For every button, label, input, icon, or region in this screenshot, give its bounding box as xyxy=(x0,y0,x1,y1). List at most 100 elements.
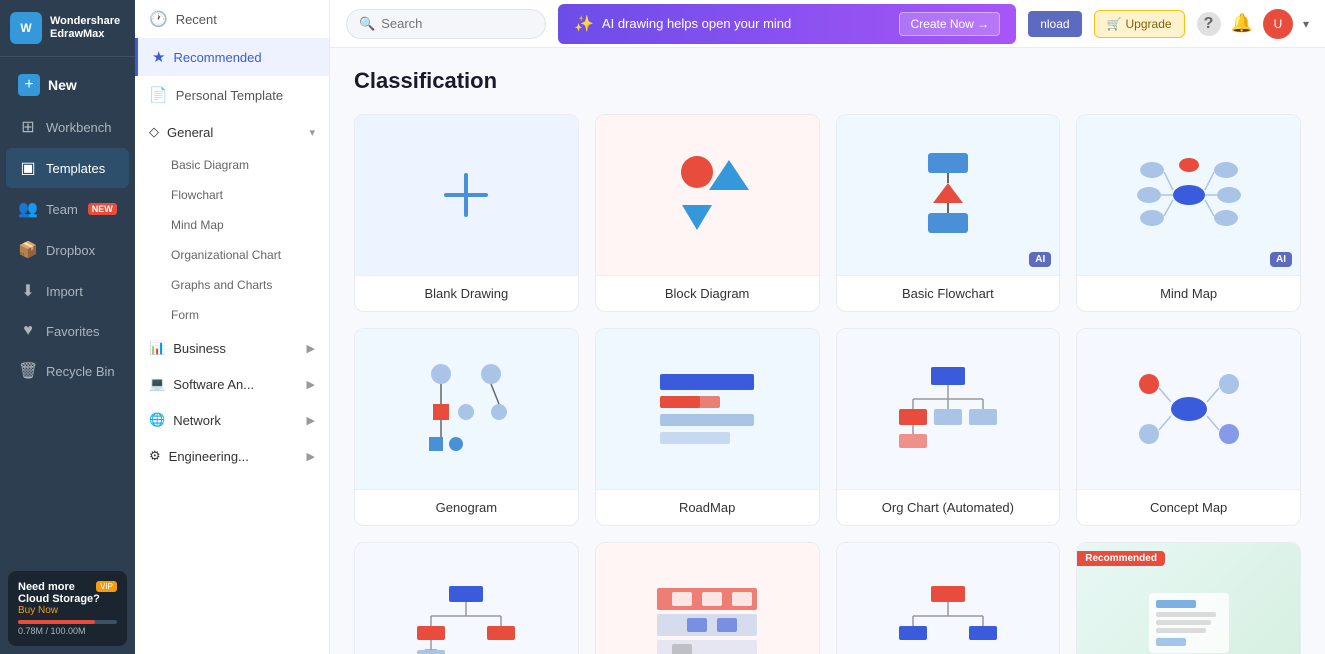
sidebar-item-team[interactable]: 👥 Team NEW xyxy=(6,189,129,229)
workbench-label: Workbench xyxy=(46,120,112,135)
panel-item-personal-template[interactable]: 📄 Personal Template xyxy=(135,76,329,114)
software-icon: 💻 xyxy=(149,376,165,392)
team-label: Team xyxy=(46,202,78,217)
workbench-icon: ⊞ xyxy=(18,117,38,137)
app-logo[interactable]: W Wondershare EdrawMax xyxy=(0,0,135,57)
panel-sub-graphs-charts[interactable]: Graphs and Charts xyxy=(135,270,329,300)
panel-sub-flowchart[interactable]: Flowchart xyxy=(135,180,329,210)
new-button[interactable]: + New xyxy=(6,64,129,106)
card-label-mindmap: Mind Map xyxy=(1077,275,1300,311)
sidebar-item-recycle[interactable]: 🗑 Recycle Bin xyxy=(6,351,129,391)
ai-create-now-button[interactable]: Create Now → xyxy=(899,12,1000,36)
block-diagram-svg xyxy=(657,150,757,240)
favorites-icon: ♥ xyxy=(18,322,38,340)
panel-item-recent[interactable]: 🕐 Recent xyxy=(135,0,329,38)
user-avatar[interactable]: U xyxy=(1263,9,1293,39)
recent-label: Recent xyxy=(176,12,217,27)
panel-sub-form[interactable]: Form xyxy=(135,300,329,330)
import-icon: ⬇ xyxy=(18,281,38,301)
card-image-genogram xyxy=(355,329,578,489)
card-label-orgchart: Org Chart (Automated) xyxy=(837,489,1060,525)
team-icon: 👥 xyxy=(18,199,38,219)
upgrade-button[interactable]: 🛒 Upgrade xyxy=(1094,10,1185,38)
user-menu-chevron-icon[interactable]: ▾ xyxy=(1303,17,1309,31)
logo-icon: W xyxy=(10,12,42,44)
sidebar-item-import[interactable]: ⬇ Import xyxy=(6,271,129,311)
card-basic-flowchart[interactable]: AI Basic Flowchart xyxy=(836,114,1061,312)
import-label: Import xyxy=(46,284,83,299)
engineering-icon: ⚙ xyxy=(149,448,161,464)
mindmap-svg xyxy=(1134,150,1244,240)
app-name: Wondershare EdrawMax xyxy=(50,15,120,41)
card-concept-map[interactable]: Concept Map xyxy=(1076,328,1301,526)
sidebar-item-workbench[interactable]: ⊞ Workbench xyxy=(6,107,129,147)
card-org-chart[interactable]: Org Chart (Automated) xyxy=(836,328,1061,526)
card-label-blank: Blank Drawing xyxy=(355,275,578,311)
personal-template-label: Personal Template xyxy=(176,88,283,103)
search-input[interactable] xyxy=(381,16,521,31)
cloud-progress-bar-bg xyxy=(18,620,117,624)
card-tree-diagram[interactable]: Tree Diagram xyxy=(354,542,579,654)
ai-sparkle-icon: ✨ xyxy=(574,14,594,34)
software-label: Software An... xyxy=(173,377,254,392)
card-image-mindmap: AI xyxy=(1077,115,1300,275)
business-chevron-icon: ▶ xyxy=(307,342,315,355)
cloud-storage-widget[interactable]: VIP Need more Cloud Storage? Buy Now 0.7… xyxy=(8,571,127,646)
favorites-label: Favorites xyxy=(46,324,99,339)
card-image-conceptmap xyxy=(1077,329,1300,489)
card-label-roadmap: RoadMap xyxy=(596,489,819,525)
dropbox-icon: 📦 xyxy=(18,240,38,260)
card-image-tree xyxy=(355,543,578,654)
sidebar-item-favorites[interactable]: ♥ Favorites xyxy=(6,312,129,350)
card-cross-functional[interactable]: Cross Functional Flowchart xyxy=(595,542,820,654)
card-label-genogram: Genogram xyxy=(355,489,578,525)
card-genogram[interactable]: Genogram xyxy=(354,328,579,526)
help-icon[interactable]: ? xyxy=(1197,12,1221,36)
search-box[interactable]: 🔍 xyxy=(346,9,546,39)
card-recommended-template[interactable]: Recommended Recommended Template xyxy=(1076,542,1301,654)
card-image-roadmap xyxy=(596,329,819,489)
ai-banner[interactable]: ✨ AI drawing helps open your mind Create… xyxy=(558,4,1016,44)
panel-item-recommended[interactable]: ★ Recommended xyxy=(135,38,329,76)
panel-sub-mind-map[interactable]: Mind Map xyxy=(135,210,329,240)
panel-section-software[interactable]: 💻 Software An... ▶ xyxy=(135,366,329,402)
card-label-block: Block Diagram xyxy=(596,275,819,311)
notification-icon[interactable]: 🔔 xyxy=(1231,13,1253,34)
card-image-flowchart: AI xyxy=(837,115,1060,275)
panel-section-engineering[interactable]: ⚙ Engineering... ▶ xyxy=(135,438,329,474)
vip-badge: VIP xyxy=(96,581,117,592)
panel-sub-basic-diagram[interactable]: Basic Diagram xyxy=(135,150,329,180)
panel-section-general[interactable]: ◇ General ▾ xyxy=(135,114,329,150)
card-label-flowchart: Basic Flowchart xyxy=(837,275,1060,311)
tree-svg xyxy=(411,578,521,654)
card-image-tree2 xyxy=(837,543,1060,654)
panel-section-network[interactable]: 🌐 Network ▶ xyxy=(135,402,329,438)
panel-sub-org-chart[interactable]: Organizational Chart xyxy=(135,240,329,270)
card-image-recommended: Recommended xyxy=(1077,543,1300,654)
card-mind-map[interactable]: AI Mind Map xyxy=(1076,114,1301,312)
new-plus-icon: + xyxy=(18,74,40,96)
cloud-progress-bar-fill xyxy=(18,620,95,624)
ai-banner-text: AI drawing helps open your mind xyxy=(602,16,892,31)
card-image-crossflow xyxy=(596,543,819,654)
download-button[interactable]: nload xyxy=(1028,11,1081,37)
network-chevron-icon: ▶ xyxy=(307,414,315,427)
card-block-diagram[interactable]: Block Diagram xyxy=(595,114,820,312)
upgrade-cart-icon: 🛒 xyxy=(1107,17,1122,31)
classification-grid: Blank Drawing Block Diagram xyxy=(354,114,1301,654)
network-label: Network xyxy=(173,413,221,428)
card-roadmap[interactable]: RoadMap xyxy=(595,328,820,526)
search-icon: 🔍 xyxy=(359,16,375,32)
cloud-size-label: 0.78M / 100.00M xyxy=(18,626,117,636)
card-tree-diagram-2[interactable]: Tree Diagram xyxy=(836,542,1061,654)
middle-panel: 🕐 Recent ★ Recommended 📄 Personal Templa… xyxy=(135,0,330,654)
card-blank-drawing[interactable]: Blank Drawing xyxy=(354,114,579,312)
sidebar-item-dropbox[interactable]: 📦 Dropbox xyxy=(6,230,129,270)
panel-section-business[interactable]: 📊 Business ▶ xyxy=(135,330,329,366)
sidebar-item-templates[interactable]: ▣ Templates xyxy=(6,148,129,188)
cloud-buy-button[interactable]: Buy Now xyxy=(18,605,117,616)
flowchart-svg xyxy=(898,145,998,245)
new-label: New xyxy=(48,77,77,93)
business-icon: 📊 xyxy=(149,340,165,356)
content-area: Classification Blank Drawing xyxy=(330,48,1325,654)
